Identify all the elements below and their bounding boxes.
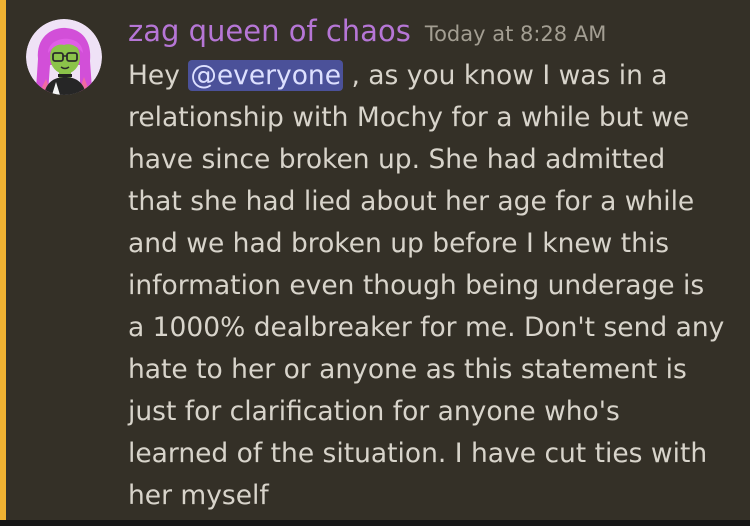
message-line: just for clarification for anyone who's bbox=[128, 396, 620, 427]
message-text: Hey bbox=[128, 60, 189, 91]
message-line: hate to her or anyone as this statement … bbox=[128, 354, 687, 385]
avatar[interactable] bbox=[26, 19, 102, 95]
avatar-anime-girl-pink-hair-icon bbox=[26, 19, 102, 95]
username[interactable]: zag queen of chaos bbox=[128, 14, 411, 48]
message-text: , as you know I was in a bbox=[343, 60, 668, 91]
message-line: her myself bbox=[128, 480, 269, 511]
message-header: zag queen of chaos Today at 8:28 AM bbox=[128, 14, 606, 54]
message-line: learned of the situation. I have cut tie… bbox=[128, 438, 708, 469]
mention-everyone[interactable]: @everyone bbox=[188, 60, 344, 91]
message-line: relationship with Mochy for a while but … bbox=[128, 102, 690, 133]
message-line: information even though being underage i… bbox=[128, 270, 705, 301]
mention-highlight-bar bbox=[0, 0, 6, 526]
message-line: have since broken up. She had admitted bbox=[128, 144, 666, 175]
timestamp[interactable]: Today at 8:28 AM bbox=[425, 22, 607, 46]
message-line: that she had lied about her age for a wh… bbox=[128, 186, 695, 217]
message-line: a 1000% dealbreaker for me. Don't send a… bbox=[128, 312, 725, 343]
bottom-divider bbox=[0, 520, 750, 526]
message-line: and we had broken up before I knew this bbox=[128, 228, 670, 259]
message-container: zag queen of chaos Today at 8:28 AM Hey … bbox=[0, 0, 750, 526]
message-line: Hey @everyone , as you know I was in a bbox=[128, 55, 732, 97]
message-content: Hey @everyone , as you know I was in a r… bbox=[128, 55, 732, 517]
